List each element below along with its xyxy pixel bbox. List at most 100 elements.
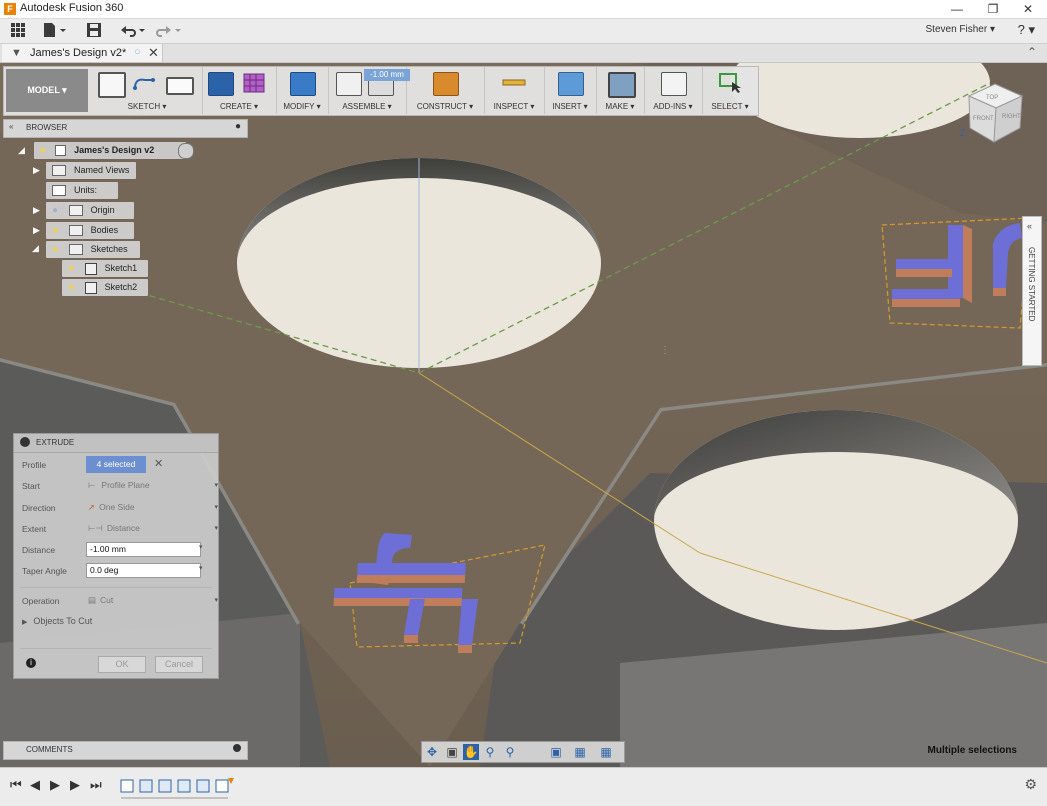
- inspect-label[interactable]: INSPECT ▾: [484, 102, 544, 111]
- play-icon[interactable]: ▶: [50, 777, 60, 793]
- info-icon[interactable]: i: [26, 658, 36, 668]
- new-component-icon[interactable]: [336, 72, 362, 96]
- browser-pin-icon[interactable]: ●: [235, 121, 241, 132]
- make-group[interactable]: MAKE ▾: [596, 67, 645, 114]
- inspect-group[interactable]: INSPECT ▾: [484, 67, 545, 114]
- zoom-window-icon[interactable]: ⚲: [502, 744, 518, 760]
- visibility-bulb-icon[interactable]: ●: [68, 282, 74, 293]
- browser-item-sketch1[interactable]: ● Sketch1: [62, 260, 148, 277]
- collapse-sketches-icon[interactable]: ◢: [32, 242, 39, 254]
- file-menu-icon[interactable]: [40, 22, 70, 40]
- expand-bodies-icon[interactable]: ▶: [33, 224, 40, 236]
- taper-angle-input[interactable]: 0.0 deg: [86, 563, 201, 578]
- go-to-end-icon[interactable]: ⏭: [90, 777, 102, 793]
- timeline-settings-gear-icon[interactable]: ⚙: [1024, 776, 1037, 793]
- start-dropdown[interactable]: ⊢ Profile Plane ▾: [88, 478, 218, 493]
- browser-item-origin[interactable]: ● Origin: [46, 202, 134, 219]
- extent-dropdown[interactable]: ⊢⊣ Distance ▾: [88, 521, 218, 536]
- activate-radio-icon[interactable]: [178, 143, 194, 159]
- viewcube-front[interactable]: FRONT: [973, 116, 994, 122]
- viewports-icon[interactable]: ▦: [598, 744, 614, 760]
- objects-to-cut-section[interactable]: ▶ Objects To Cut: [22, 616, 92, 626]
- extrude-icon[interactable]: [208, 72, 234, 96]
- workspace-switcher[interactable]: MODEL ▾: [6, 69, 88, 112]
- insert-label[interactable]: INSERT ▾: [544, 102, 596, 111]
- comments-panel-header[interactable]: COMMENTS: [3, 741, 248, 760]
- press-pull-icon[interactable]: [290, 72, 316, 96]
- viewcube[interactable]: TOP FRONT RIGHT Z: [960, 78, 1030, 148]
- redo-icon[interactable]: [152, 22, 184, 40]
- 3d-print-icon[interactable]: [608, 72, 636, 98]
- distance-dropdown-icon[interactable]: ▾: [199, 543, 203, 551]
- addins-label[interactable]: ADD-INS ▾: [644, 102, 702, 111]
- grid-snaps-icon[interactable]: ▦: [572, 744, 588, 760]
- sketch-label[interactable]: SKETCH ▾: [92, 102, 202, 111]
- assemble-group[interactable]: -1.00 mm ASSEMBLE ▾: [328, 67, 410, 114]
- make-label[interactable]: MAKE ▾: [596, 102, 644, 111]
- rectangle-icon[interactable]: [166, 77, 194, 95]
- insert-group[interactable]: INSERT ▾: [544, 67, 597, 114]
- form-icon[interactable]: [242, 72, 266, 94]
- document-tab[interactable]: ▼ James's Design v2* ○ ✕: [2, 44, 163, 62]
- insert-image-icon[interactable]: [558, 72, 584, 96]
- root-collapse-icon[interactable]: ◢: [18, 144, 25, 156]
- sketch-group[interactable]: SKETCH ▾: [92, 67, 203, 114]
- collapse-dialog-icon[interactable]: [20, 437, 30, 447]
- collapse-chevron-icon[interactable]: ⌃: [1027, 45, 1037, 59]
- zoom-icon[interactable]: ⚲: [482, 744, 498, 760]
- visibility-bulb-icon[interactable]: ●: [40, 145, 46, 156]
- create-group[interactable]: CREATE ▾: [202, 67, 277, 114]
- save-icon[interactable]: [84, 22, 104, 40]
- extrude-dialog-header[interactable]: EXTRUDE: [14, 434, 218, 453]
- ok-button[interactable]: OK: [98, 656, 146, 673]
- distance-input[interactable]: -1.00 mm: [86, 542, 201, 557]
- close-button[interactable]: ✕: [1010, 0, 1046, 18]
- minimize-button[interactable]: —: [939, 0, 975, 18]
- collapse-browser-icon[interactable]: «: [9, 122, 13, 131]
- data-panel-grid-icon[interactable]: [8, 22, 28, 40]
- modify-label[interactable]: MODIFY ▾: [276, 102, 328, 111]
- select-label[interactable]: SELECT ▾: [702, 102, 758, 111]
- visibility-bulb-icon[interactable]: ●: [52, 205, 58, 216]
- direction-dropdown[interactable]: ➚ One Side ▾: [88, 500, 218, 515]
- clear-selection-icon[interactable]: ✕: [154, 457, 163, 470]
- timeline-features[interactable]: [120, 778, 234, 799]
- create-label[interactable]: CREATE ▾: [202, 102, 276, 111]
- cancel-button[interactable]: Cancel: [155, 656, 203, 673]
- visibility-bulb-icon[interactable]: ●: [52, 225, 58, 236]
- display-settings-icon[interactable]: ▣: [548, 744, 564, 760]
- browser-item-sketches[interactable]: ● Sketches: [46, 241, 140, 258]
- comments-pin-icon[interactable]: [233, 744, 241, 752]
- addins-group[interactable]: ADD-INS ▾: [644, 67, 703, 114]
- offset-plane-icon[interactable]: [433, 72, 459, 96]
- root-component[interactable]: ● James's Design v2: [34, 142, 186, 159]
- browser-item-named-views[interactable]: Named Views: [46, 162, 136, 179]
- orbit-icon[interactable]: ✥: [424, 744, 440, 760]
- scripts-icon[interactable]: [661, 72, 687, 96]
- modify-group[interactable]: MODIFY ▾: [276, 67, 329, 114]
- pan-icon[interactable]: ✋: [463, 744, 479, 760]
- expand-named-views-icon[interactable]: ▶: [33, 164, 40, 176]
- select-icon[interactable]: [718, 72, 742, 94]
- browser-item-units[interactable]: Units: mm: [46, 182, 118, 212]
- browser-item-sketch2[interactable]: ● Sketch2: [62, 279, 148, 296]
- browser-item-bodies[interactable]: ● Bodies: [46, 222, 134, 239]
- restore-button[interactable]: ❐: [975, 0, 1011, 18]
- select-group[interactable]: SELECT ▾: [702, 67, 758, 114]
- user-menu[interactable]: Steven Fisher ▾: [926, 24, 996, 35]
- profile-selection[interactable]: 4 selected: [86, 456, 146, 473]
- help-menu[interactable]: ? ▾: [1018, 22, 1035, 38]
- assemble-label[interactable]: ASSEMBLE ▾: [328, 102, 406, 111]
- undo-icon[interactable]: [116, 22, 148, 40]
- getting-started-tab[interactable]: « GETTING STARTED: [1022, 216, 1042, 366]
- expand-section-icon[interactable]: ▶: [22, 619, 27, 626]
- operation-dropdown[interactable]: ▤ Cut ▾: [88, 593, 218, 608]
- expand-panel-icon[interactable]: «: [1027, 221, 1032, 231]
- step-back-icon[interactable]: ◀: [30, 777, 40, 793]
- viewcube-top[interactable]: TOP: [986, 95, 998, 101]
- create-sketch-icon[interactable]: [98, 72, 126, 98]
- construct-label[interactable]: CONSTRUCT ▾: [406, 102, 484, 111]
- expand-origin-icon[interactable]: ▶: [33, 204, 40, 216]
- viewcube-right[interactable]: RIGHT: [1002, 114, 1021, 120]
- go-to-start-icon[interactable]: ⏮: [10, 777, 22, 793]
